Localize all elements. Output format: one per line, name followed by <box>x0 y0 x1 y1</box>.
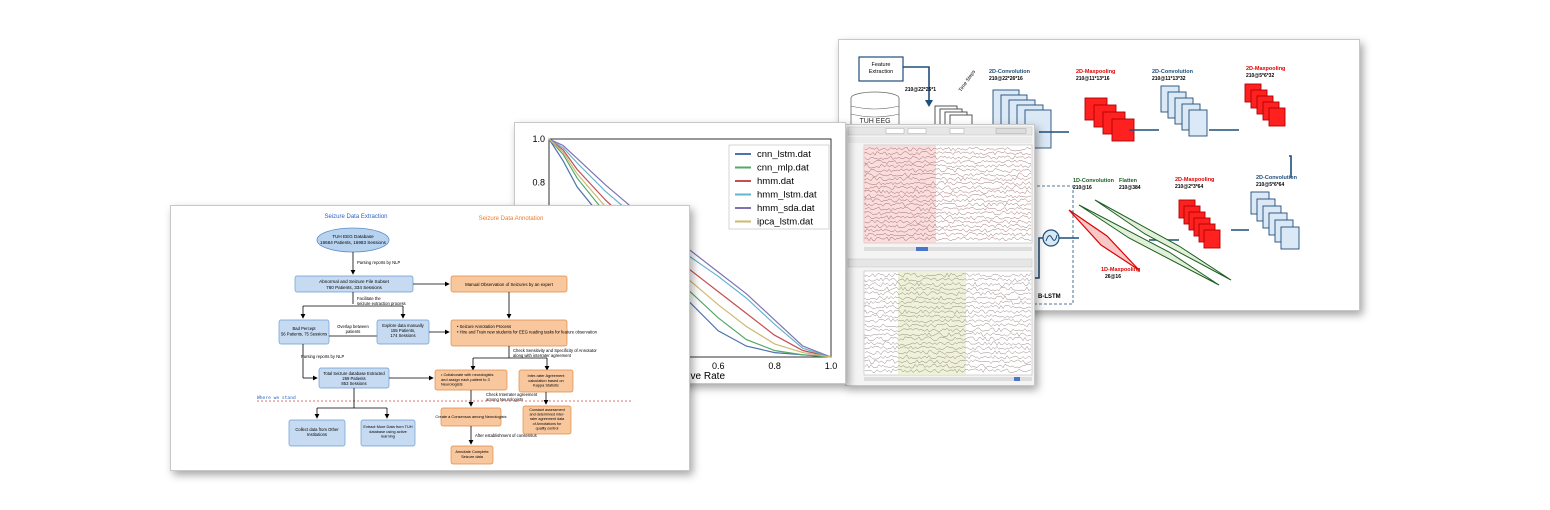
legend-entry: hmm_lstm.dat <box>757 190 817 201</box>
scrollbar-thumb[interactable] <box>916 247 928 251</box>
legend-entry: hmm_sda.dat <box>757 203 815 214</box>
col2-title: Seizure Data Annotation <box>479 216 544 222</box>
consensus-label: Create a Consensus among Neurologists <box>435 414 506 419</box>
layer-size-label: 26@16 <box>1105 274 1121 280</box>
y-tick-label: 0.8 <box>532 178 545 188</box>
maxpool-feature-map <box>1268 107 1286 127</box>
layer-type-label: 2D-Maxpooling <box>1246 66 1285 72</box>
layer-size-label: 210@16 <box>1073 185 1092 191</box>
flowchart-svg: Seizure Data Extraction Seizure Data Ann… <box>257 214 631 465</box>
fe-arrow <box>903 66 930 102</box>
scrollbar[interactable] <box>864 247 1032 251</box>
layer-size-label: 210@11*13*32 <box>1152 76 1186 82</box>
layer-type-label: Flatten <box>1119 178 1138 184</box>
toolbar-field[interactable] <box>949 128 965 134</box>
edge-label: Parsing reports by NLP <box>357 260 400 265</box>
annotation-highlight <box>898 271 966 375</box>
layer-size-label: 210@5*6*64 <box>1256 182 1284 188</box>
layer-type-label: 2D-Maxpooling <box>1175 177 1214 183</box>
layer-size-label: 210@5*6*32 <box>1246 73 1274 79</box>
subset-node-label: Abnormal and Seizure File Subset 760 Pati… <box>319 279 389 290</box>
input-size-label: 210@22*26*1 <box>905 87 936 93</box>
manual-observation-label: Manual Observation of Seizures by an exp… <box>465 282 554 287</box>
layer-type-label: 1D-Maxpooling <box>1101 267 1140 273</box>
time-steps-label: Time Steps <box>958 69 978 93</box>
layer-type-label: 2D-Maxpooling <box>1076 69 1115 75</box>
edge-label: Check Interrater agreement among Neurolog… <box>486 392 538 402</box>
toolbar-field[interactable] <box>907 128 927 134</box>
flowchart-panel: Seizure Data Extraction Seizure Data Ann… <box>170 205 690 471</box>
x-tick-label: 0.6 <box>712 361 725 371</box>
legend-entry: cnn_mlp.dat <box>757 163 809 174</box>
edge-label: Overlap between patients <box>337 324 369 334</box>
y-tick-label: 1.0 <box>532 134 545 144</box>
edge-label: After establishment of consensus <box>475 433 537 438</box>
layer-stacks <box>992 83 1300 250</box>
layer-size-label: 210@384 <box>1119 185 1141 191</box>
maxpool-feature-map <box>1203 229 1221 249</box>
conv-feature-map <box>1280 226 1300 250</box>
edge-label: Parsing reports by NLP <box>301 354 344 359</box>
x-tick-label: 0.8 <box>768 361 781 371</box>
col1-title: Seizure Data Extraction <box>324 214 387 220</box>
collage-stage: Feature Extraction TUH EEG 210@22*26*1 Ti… <box>0 0 1550 510</box>
toolbar-buttons[interactable] <box>995 128 1027 134</box>
layer-type-label: 1D-Convolution <box>1073 178 1115 184</box>
conv-feature-map <box>1188 109 1208 137</box>
layer-size-label: 210@2*3*64 <box>1175 184 1203 190</box>
layer-size-label: 210@11*13*16 <box>1076 76 1110 82</box>
eeg-viewer-svg <box>846 125 1034 385</box>
x-tick-label: 1.0 <box>825 361 838 371</box>
where-we-stand-label: Where we stand <box>257 395 296 401</box>
fe-arrowhead <box>925 100 933 107</box>
legend-entry: hmm.dat <box>757 176 794 187</box>
edge-label: Facilitate the seizure extraction process <box>357 296 406 306</box>
edge-label: Check Sensitivity and Specificity of Ann… <box>513 348 597 358</box>
scrollbar[interactable] <box>864 377 1032 381</box>
scrollbar-thumb[interactable] <box>1014 377 1020 381</box>
feature-extraction-label: Feature Extraction <box>869 62 893 75</box>
blstm-label: B-LSTM <box>1038 294 1061 300</box>
toolbar-field[interactable] <box>885 128 905 134</box>
eeg-viewer-panel <box>845 124 1035 386</box>
seizure-highlight <box>864 145 936 243</box>
legend-entry: ipca_lstm.dat <box>757 217 813 228</box>
layer-type-label: 2D-Convolution <box>989 69 1031 75</box>
legend-entry: cnn_lstm.dat <box>757 149 811 160</box>
layer-size-label: 210@22*26*16 <box>989 76 1023 82</box>
layer-type-label: 2D-Convolution <box>1152 69 1194 75</box>
